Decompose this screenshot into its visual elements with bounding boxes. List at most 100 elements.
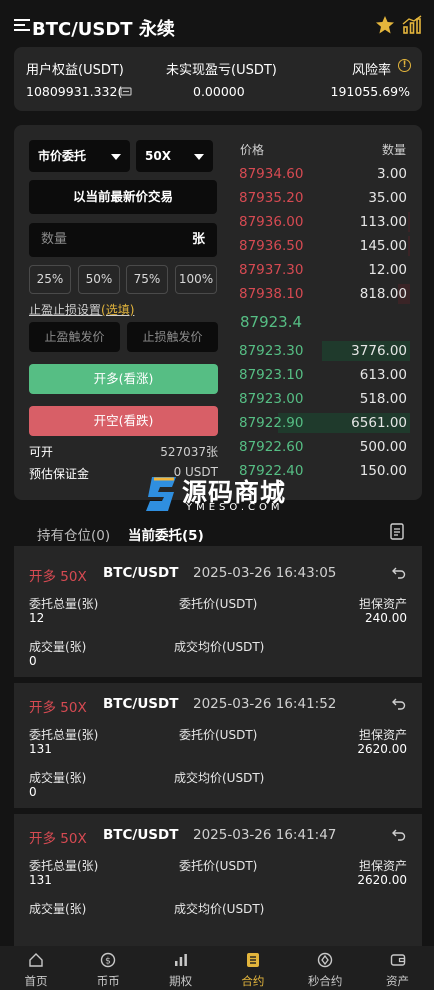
ask-qty: 3.00 [376, 166, 407, 182]
risk-rate-label: 风险率 [352, 63, 392, 78]
percent-75-button[interactable]: 75% [126, 265, 168, 294]
leverage-value: 50X [145, 149, 171, 163]
nav-label: 期权 [169, 974, 193, 988]
order-price-label: 委托价(USDT) [179, 597, 258, 611]
order-margin-label: 担保资产 [358, 859, 407, 873]
options-bars-icon [174, 954, 187, 966]
ask-price: 87934.60 [239, 166, 304, 182]
trade-panel: 市价委托 50X 以当前最新价交易 数量 张 25% 50% 75% 100% … [14, 125, 422, 500]
ask-price: 87935.20 [239, 190, 304, 206]
eye-toggle-icon[interactable] [120, 85, 132, 97]
ask-row[interactable]: 87934.60 3.00 [234, 162, 410, 186]
ask-price: 87937.30 [239, 262, 304, 278]
nav-item[interactable]: 期权 [145, 946, 217, 990]
available-value: 527037张 [160, 445, 218, 459]
kline-chart-icon[interactable] [402, 15, 422, 35]
order-type-value: 市价委托 [38, 149, 87, 163]
order-type-select[interactable]: 市价委托 [29, 140, 130, 172]
page-title[interactable]: BTC/USDT 永续 [32, 15, 175, 41]
ask-price: 87938.10 [239, 286, 304, 302]
ask-qty: 113.00 [359, 214, 407, 230]
tab-positions[interactable]: 持有仓位(0) [37, 524, 110, 544]
watermark-logo: 源码商城 YMESO.COM [146, 471, 296, 517]
order-margin-label: 担保资产 [358, 728, 407, 742]
order-margin-value: 240.00 [365, 611, 407, 625]
cancel-order-icon[interactable] [392, 696, 406, 710]
bid-price: 87922.60 [239, 439, 304, 455]
order-total-label: 委托总量(张) [29, 859, 99, 873]
order-filled-label: 成交量(张) [29, 771, 87, 785]
svg-text:$: $ [105, 957, 111, 967]
unrealized-pnl-value: 0.00000 [193, 84, 245, 99]
menu-icon[interactable] [14, 19, 30, 31]
order-side: 开多 50X [29, 700, 87, 716]
nav-label: 币币 [96, 974, 120, 988]
available-label: 可开 [29, 445, 54, 459]
mid-price: 87923.4 [240, 313, 303, 331]
cancel-order-icon[interactable] [392, 565, 406, 579]
percent-25-button[interactable]: 25% [29, 265, 71, 294]
order-symbol: BTC/USDT [103, 696, 179, 712]
tpsl-label: 止盈止损设置 [29, 303, 102, 317]
ask-row[interactable]: 87935.20 35.00 [234, 186, 410, 210]
ask-qty: 818.00 [359, 286, 407, 302]
order-history-icon[interactable] [390, 523, 404, 540]
order-symbol: BTC/USDT [103, 565, 179, 581]
open-long-button[interactable]: 开多(看涨) [29, 364, 218, 394]
orders-list: 开多 50X BTC/USDT 2025-03-26 16:43:05 委托总量(张)… [14, 546, 422, 946]
bid-qty: 500.00 [359, 439, 407, 455]
order-separator [14, 808, 422, 814]
coin-icon: $ [101, 952, 116, 968]
ask-row[interactable]: 87936.00 113.00 [234, 210, 410, 234]
bid-row[interactable]: 87923.10 613.00 [234, 363, 410, 387]
ask-price: 87936.00 [239, 214, 304, 230]
order-total-value: 131 [29, 873, 52, 887]
info-icon[interactable]: ! [398, 59, 411, 72]
ask-depth-bar [408, 236, 410, 256]
ask-row[interactable]: 87938.10 818.00 [234, 282, 410, 306]
order-total-label: 委托总量(张) [29, 597, 99, 611]
nav-item[interactable]: $ 币币 [72, 946, 144, 990]
percent-50-button[interactable]: 50% [78, 265, 120, 294]
quantity-placeholder: 数量 [41, 232, 68, 247]
order-filled-value: 0 [29, 654, 37, 668]
order-filled-label: 成交量(张) [29, 640, 87, 654]
order-price-label: 委托价(USDT) [179, 728, 258, 742]
nav-label: 资产 [386, 974, 409, 988]
equity-label: 用户权益(USDT) [26, 63, 124, 78]
cancel-order-icon[interactable] [392, 827, 406, 841]
quantity-input[interactable]: 数量 张 [29, 223, 217, 257]
qty-header: 数量 [382, 143, 407, 157]
bid-row[interactable]: 87922.60 500.00 [234, 435, 410, 459]
percent-100-button[interactable]: 100% [175, 265, 217, 294]
bid-price: 87923.10 [239, 367, 304, 383]
nav-item[interactable]: 资产 [362, 946, 434, 990]
latest-price-button[interactable]: 以当前最新价交易 [29, 180, 217, 214]
stop-loss-input[interactable]: 止损触发价 [127, 322, 218, 352]
ask-qty: 145.00 [359, 238, 407, 254]
bid-row[interactable]: 87923.00 518.00 [234, 387, 410, 411]
bid-qty: 6561.00 [351, 415, 407, 431]
nav-item[interactable]: 合约 [217, 946, 289, 990]
tab-current-orders[interactable]: 当前委托(5) [128, 524, 204, 544]
contract-icon [246, 953, 259, 967]
bid-row[interactable]: 87922.90 6561.00 [234, 411, 410, 435]
nav-label: 秒合约 [307, 974, 343, 988]
bid-qty: 518.00 [359, 391, 407, 407]
bid-qty: 613.00 [359, 367, 407, 383]
price-header: 价格 [240, 143, 265, 157]
ask-row[interactable]: 87937.30 12.00 [234, 258, 410, 282]
bid-row[interactable]: 87923.30 3776.00 [234, 339, 410, 363]
nav-item[interactable]: 秒合约 [289, 946, 361, 990]
chevron-down-icon [111, 154, 121, 160]
take-profit-input[interactable]: 止盈触发价 [29, 322, 120, 352]
nav-item[interactable]: 首页 [0, 946, 72, 990]
quantity-unit: 张 [191, 232, 205, 247]
tpsl-settings-link[interactable]: 止盈止损设置(选填) [29, 301, 134, 318]
ask-row[interactable]: 87936.50 145.00 [234, 234, 410, 258]
order-avg-label: 成交均价(USDT) [174, 771, 265, 785]
order-time: 2025-03-26 16:41:52 [193, 696, 337, 712]
leverage-select[interactable]: 50X [136, 140, 213, 172]
open-short-button[interactable]: 开空(看跌) [29, 406, 218, 436]
star-icon[interactable] [375, 15, 395, 35]
